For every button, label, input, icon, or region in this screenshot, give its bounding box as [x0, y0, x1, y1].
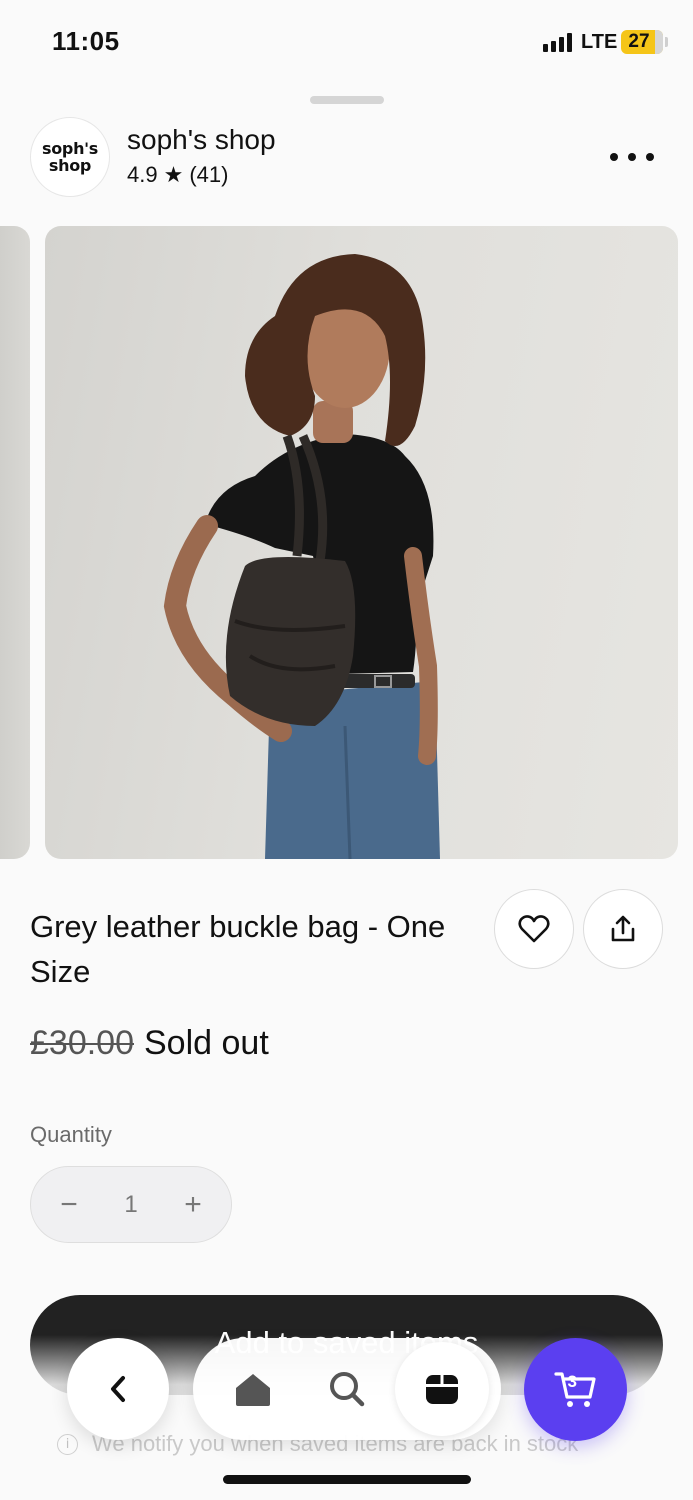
review-count: (41) — [189, 162, 229, 187]
increment-button[interactable]: + — [181, 1188, 205, 1222]
nav-home[interactable] — [213, 1338, 293, 1440]
back-button[interactable] — [67, 1338, 169, 1440]
search-icon — [330, 1372, 365, 1407]
status-time: 11:05 — [52, 26, 120, 56]
signal-icon — [543, 33, 572, 52]
chevron-left-icon — [111, 1376, 125, 1402]
shop-logo[interactable]: soph's shop — [30, 117, 110, 197]
battery-level: 27 — [628, 31, 650, 52]
cart-count-badge: 3 — [567, 1371, 577, 1391]
price-row: £30.00 Sold out — [30, 1024, 269, 1063]
shop-logo-text: soph's shop — [42, 139, 98, 175]
status-bar: 11:05 LTE 27 — [0, 0, 693, 88]
quantity-label: Quantity — [30, 1122, 112, 1147]
share-icon — [611, 915, 635, 942]
quantity-stepper[interactable]: − 1 + — [30, 1166, 232, 1243]
orders-icon — [426, 1375, 458, 1404]
product-photo-illustration — [163, 254, 440, 859]
cart-button[interactable]: 3 — [524, 1338, 627, 1441]
info-icon: i — [57, 1433, 78, 1455]
rating-value: 4.9 — [127, 162, 158, 187]
decrement-button[interactable]: − — [57, 1188, 81, 1222]
quantity-value: 1 — [124, 1190, 138, 1218]
home-indicator — [223, 1475, 471, 1484]
bottom-nav — [193, 1338, 501, 1440]
nav-orders[interactable] — [395, 1342, 489, 1436]
star-icon: ★ — [163, 162, 184, 187]
share-button[interactable] — [583, 889, 663, 969]
original-price: £30.00 — [30, 1024, 134, 1062]
heart-icon — [518, 915, 550, 943]
home-icon — [236, 1374, 270, 1406]
network-label: LTE — [581, 31, 618, 53]
sold-out-label: Sold out — [144, 1024, 269, 1062]
product-title: Grey leather buckle bag - One Size — [30, 909, 446, 989]
product-image[interactable] — [45, 226, 678, 859]
more-icon[interactable] — [610, 146, 654, 168]
battery-icon: 27 — [621, 30, 663, 54]
previous-image-slide[interactable] — [0, 226, 30, 859]
cart-icon: 3 — [553, 1370, 598, 1410]
shop-name[interactable]: soph's shop — [127, 124, 276, 156]
sheet-grabber[interactable] — [310, 96, 384, 104]
shop-rating[interactable]: 4.9 ★ (41) — [127, 162, 228, 188]
battery-tip — [665, 37, 668, 47]
favorite-button[interactable] — [494, 889, 574, 969]
nav-search[interactable] — [307, 1338, 387, 1440]
